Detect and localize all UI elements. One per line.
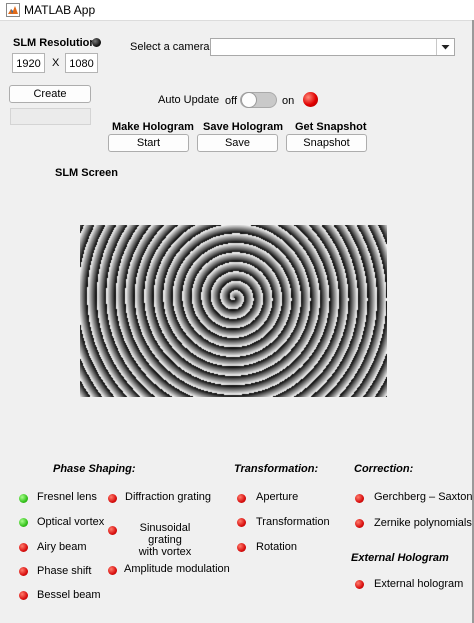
diffraction-grating-label: Diffraction grating — [125, 491, 212, 503]
external-hologram-title: External Hologram — [351, 552, 449, 564]
aperture-label: Aperture — [256, 491, 299, 503]
snapshot-button[interactable]: Snapshot — [286, 134, 367, 152]
zernike-polynomials-label: Zernike polynomials — [374, 517, 472, 529]
diffraction-grating-lamp — [108, 494, 117, 503]
transformation-lamp — [237, 518, 246, 527]
fresnel-lens-lamp — [19, 494, 28, 503]
airy-beam-lamp — [19, 543, 28, 552]
auto-update-lamp — [303, 92, 318, 107]
slm-screen-title: SLM Screen — [55, 167, 118, 179]
resolution-status-lamp — [92, 38, 101, 47]
external-hologram-label: External hologram — [374, 578, 464, 590]
auto-update-off-label: off — [225, 95, 238, 107]
amplitude-modulation-label: Amplitude modulation — [124, 563, 230, 575]
zernike-polynomials-lamp — [355, 519, 364, 528]
get-snapshot-label: Get Snapshot — [295, 121, 367, 133]
sinusoidal-grating-label-line1: Sinusoidal grating — [139, 522, 191, 546]
external-hologram-lamp — [355, 580, 364, 589]
sinusoidal-grating-lamp — [108, 526, 117, 535]
optical-vortex-label: Optical vortex — [37, 516, 105, 528]
chevron-down-icon — [441, 45, 450, 50]
dropdown-button[interactable] — [436, 39, 454, 55]
transformation-label: Transformation — [256, 516, 330, 528]
sinusoidal-grating-label-line2: with vortex — [138, 546, 192, 558]
hologram-display — [80, 225, 387, 397]
gerchberg-saxton-lamp — [355, 494, 364, 503]
camera-label: Select a camera — [130, 41, 210, 53]
gerchberg-saxton-label: Gerchberg – Saxton — [374, 491, 473, 503]
create-button[interactable]: Create — [9, 85, 91, 103]
slm-width-field[interactable]: 1920 — [12, 53, 45, 73]
save-button[interactable]: Save — [197, 134, 278, 152]
window-title: MATLAB App — [24, 3, 96, 17]
phase-shift-lamp — [19, 567, 28, 576]
camera-dropdown[interactable] — [210, 38, 455, 56]
auto-update-switch[interactable] — [240, 92, 277, 108]
rotation-lamp — [237, 543, 246, 552]
fresnel-lens-label: Fresnel lens — [37, 491, 97, 503]
matlab-app-icon — [6, 3, 20, 17]
amplitude-modulation-lamp — [108, 566, 117, 575]
create-status-field — [10, 108, 91, 125]
switch-knob[interactable] — [241, 92, 257, 108]
bessel-beam-label: Bessel beam — [37, 589, 101, 601]
auto-update-on-label: on — [282, 95, 295, 107]
start-button[interactable]: Start — [108, 134, 189, 152]
resolution-separator: X — [52, 57, 60, 69]
optical-vortex-lamp — [19, 518, 28, 527]
save-hologram-label: Save Hologram — [203, 121, 284, 133]
phase-shift-label: Phase shift — [37, 565, 92, 577]
phase-shaping-title: Phase Shaping: — [53, 463, 136, 475]
aperture-lamp — [237, 494, 246, 503]
slm-height-field[interactable]: 1080 — [65, 53, 98, 73]
rotation-label: Rotation — [256, 541, 297, 553]
slm-resolution-label: SLM Resolution — [13, 37, 97, 49]
correction-title: Correction: — [354, 463, 414, 475]
bessel-beam-lamp — [19, 591, 28, 600]
sinusoidal-grating-label: Sinusoidal grating with vortex — [125, 522, 205, 558]
auto-update-label: Auto Update — [158, 94, 220, 106]
airy-beam-label: Airy beam — [37, 541, 87, 553]
transformation-title: Transformation: — [234, 463, 319, 475]
make-hologram-label: Make Hologram — [112, 121, 194, 133]
